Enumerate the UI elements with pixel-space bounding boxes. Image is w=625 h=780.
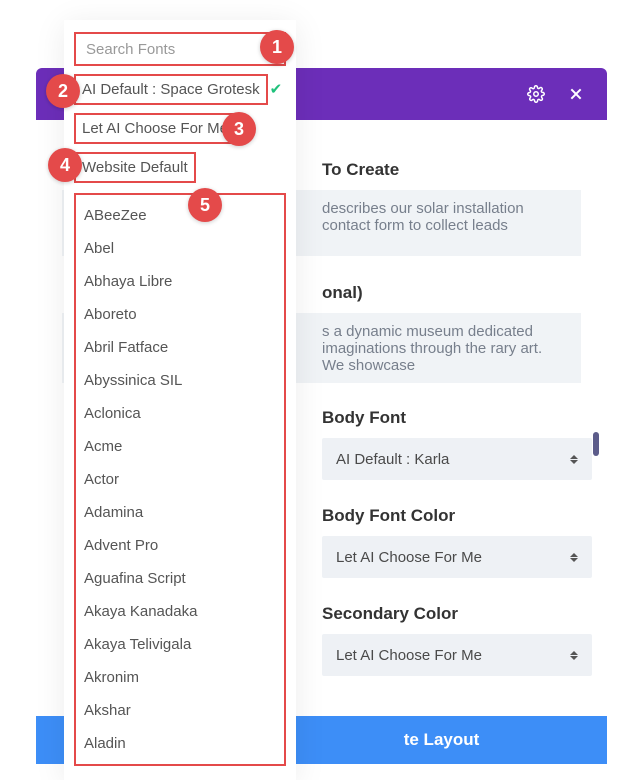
body-font-color-field: Body Font Color Let AI Choose For Me (322, 506, 592, 578)
secondary-color-value: Let AI Choose For Me (336, 647, 482, 664)
annotation-2: 2 (46, 74, 80, 108)
body-font-color-value: Let AI Choose For Me (336, 549, 482, 566)
font-search-input[interactable] (86, 41, 274, 58)
secondary-color-select[interactable]: Let AI Choose For Me (322, 634, 592, 676)
body-font-select[interactable]: AI Default : Karla (322, 438, 592, 480)
secondary-color-field: Secondary Color Let AI Choose For Me (322, 604, 592, 676)
secondary-color-label: Secondary Color (322, 604, 592, 624)
font-dropdown: AI Default : Space Grotesk ✔ Let AI Choos… (64, 20, 296, 780)
select-caret-icon (570, 553, 578, 562)
font-option[interactable]: Aguafina Script (80, 562, 280, 595)
font-option[interactable]: Adamina (80, 496, 280, 529)
body-font-color-label: Body Font Color (322, 506, 592, 526)
font-option[interactable]: Aclonica (80, 397, 280, 430)
textarea-scrollbar[interactable] (593, 432, 599, 456)
font-option[interactable]: Actor (80, 463, 280, 496)
body-font-field: Body Font AI Default : Karla (322, 408, 592, 480)
font-option[interactable]: Abyssinica SIL (80, 364, 280, 397)
optional-label: onal) (322, 283, 581, 303)
font-option[interactable]: Acme (80, 430, 280, 463)
body-font-value: AI Default : Karla (336, 451, 449, 468)
font-option[interactable]: Abhaya Libre (80, 265, 280, 298)
annotation-3: 3 (222, 112, 256, 146)
check-icon: ✔ (270, 81, 283, 98)
font-option[interactable]: Aboreto (80, 298, 280, 331)
close-icon[interactable] (567, 85, 585, 103)
font-option[interactable]: Akshar (80, 694, 280, 727)
annotation-4: 4 (48, 148, 82, 182)
font-list: ABeeZeeAbelAbhaya LibreAboretoAbril Fatf… (74, 193, 286, 766)
font-option[interactable]: Abel (80, 232, 280, 265)
font-option[interactable]: Akaya Kanadaka (80, 595, 280, 628)
font-option[interactable]: Akronim (80, 661, 280, 694)
body-font-label: Body Font (322, 408, 592, 428)
ai-default-label: AI Default : Space Grotesk (82, 81, 260, 98)
font-option[interactable]: Akaya Telivigala (80, 628, 280, 661)
font-search-wrap (74, 32, 286, 66)
body-font-color-select[interactable]: Let AI Choose For Me (322, 536, 592, 578)
annotation-5: 5 (188, 188, 222, 222)
font-option[interactable]: Abril Fatface (80, 331, 280, 364)
font-option-ai-default[interactable]: AI Default : Space Grotesk (74, 74, 268, 105)
font-option-let-ai[interactable]: Let AI Choose For Me (74, 113, 236, 144)
create-label: To Create (322, 160, 581, 180)
select-caret-icon (570, 455, 578, 464)
font-option[interactable]: Aladin (80, 727, 280, 760)
select-caret-icon (570, 651, 578, 660)
gear-icon[interactable] (527, 85, 545, 103)
generate-button-label: te Layout (404, 730, 480, 750)
annotation-1: 1 (260, 30, 294, 64)
font-option[interactable]: ABeeZee (80, 199, 280, 232)
font-option[interactable]: Advent Pro (80, 529, 280, 562)
font-option-website-default[interactable]: Website Default (74, 152, 196, 183)
